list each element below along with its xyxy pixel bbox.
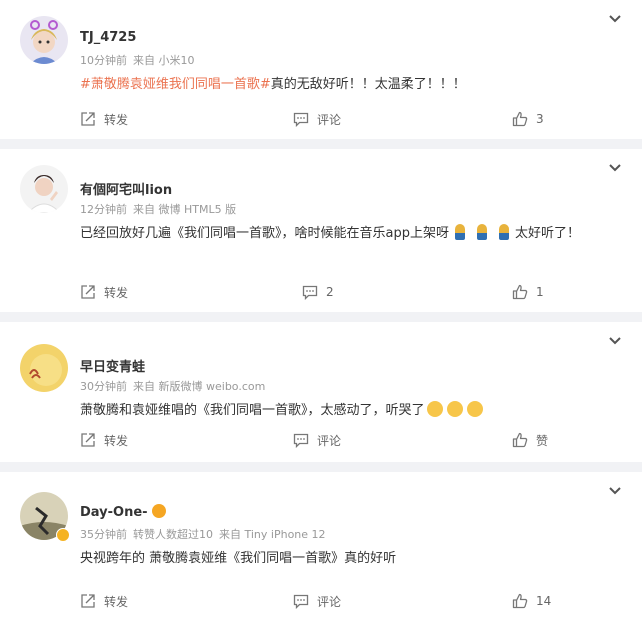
source: 来自 新版微博 weibo.com <box>133 380 266 393</box>
share-button[interactable]: 转发 <box>80 430 128 450</box>
thumbs-up-icon <box>512 432 528 448</box>
username[interactable]: 有個阿宅叫lion <box>80 179 172 198</box>
comment-button[interactable]: 评论 <box>293 591 341 611</box>
like-button[interactable]: 14 <box>512 591 551 611</box>
like-button[interactable]: 1 <box>512 282 544 302</box>
comment-label: 评论 <box>317 594 342 609</box>
username[interactable]: TJ_4725 <box>80 30 136 45</box>
comment-icon <box>293 433 309 448</box>
username-row: Day-One- <box>80 504 166 520</box>
timestamp: 12分钟前 <box>80 203 127 216</box>
action-bar: 转发 评论 3 <box>80 109 548 129</box>
action-bar: 转发 评论 赞 <box>80 430 548 450</box>
heart-eyes-emoji-icon <box>151 504 166 518</box>
share-icon <box>81 112 95 126</box>
comment-icon <box>302 285 318 300</box>
share-icon <box>81 433 95 447</box>
avatar[interactable] <box>20 165 68 213</box>
source: 来自 Tiny iPhone 12 <box>219 528 326 541</box>
username[interactable]: Day-One- <box>80 505 148 520</box>
like-label: 赞 <box>536 433 549 448</box>
comment-body: 央视跨年的 萧敬腾袁娅维《我们同唱一首歌》真的好听 <box>80 551 397 566</box>
comment-card: 早日变青蛙 30分钟前 来自 新版微博 weibo.com 萧敬腾和袁娅维唱的《我… <box>0 322 642 462</box>
comment-button[interactable]: 2 <box>302 282 334 302</box>
comment-count: 2 <box>326 285 334 299</box>
comment-text: 央视跨年的 萧敬腾袁娅维《我们同唱一首歌》真的好听 <box>80 547 396 566</box>
comment-meta: 12分钟前 来自 微博 HTML5 版 <box>80 201 242 217</box>
like-count: 14 <box>536 594 552 608</box>
action-bar: 转发 2 1 <box>80 282 548 302</box>
comment-label: 评论 <box>317 112 342 127</box>
action-bar: 转发 评论 14 <box>80 591 551 611</box>
thumbs-up-icon <box>512 593 528 609</box>
comment-icon <box>293 594 309 609</box>
comment-meta: 30分钟前 来自 新版微博 weibo.com <box>80 378 271 394</box>
source: 来自 小米10 <box>133 54 195 67</box>
thumbs-up-icon <box>512 284 528 300</box>
repost-count: 转赞人数超过10 <box>133 528 213 541</box>
username[interactable]: 早日变青蛙 <box>80 356 145 375</box>
comment-button[interactable]: 评论 <box>293 430 341 450</box>
share-label: 转发 <box>104 594 129 609</box>
crying-emoji-icon <box>426 401 443 417</box>
share-label: 转发 <box>104 112 129 127</box>
comment-feed: TJ_4725 10分钟前 来自 小米10 #萧敬腾袁娅维我们同唱一首歌#真的无敌… <box>0 0 642 623</box>
comment-label: 评论 <box>317 433 342 448</box>
bear-emoji-icon <box>498 224 509 240</box>
share-label: 转发 <box>104 433 129 448</box>
comment-meta: 35分钟前 转赞人数超过10 来自 Tiny iPhone 12 <box>80 526 332 542</box>
share-icon <box>81 594 95 608</box>
timestamp: 10分钟前 <box>80 54 127 67</box>
comment-meta: 10分钟前 来自 小米10 <box>80 52 201 68</box>
like-count: 3 <box>536 112 544 126</box>
timestamp: 30分钟前 <box>80 380 127 393</box>
comment-text: 已经回放好几遍《我们同唱一首歌》，啥时候能在音乐app上架呀 太好听了！ <box>80 222 580 241</box>
comment-card: Day-One- 35分钟前 转赞人数超过10 来自 Tiny iPhone 12 … <box>0 472 642 623</box>
share-label: 转发 <box>104 285 129 300</box>
avatar[interactable] <box>20 16 68 64</box>
comment-icon <box>293 112 309 127</box>
thumbs-up-icon <box>512 111 528 127</box>
chevron-down-icon[interactable] <box>608 486 622 496</box>
share-button[interactable]: 转发 <box>80 282 128 302</box>
timestamp: 35分钟前 <box>80 528 127 541</box>
share-button[interactable]: 转发 <box>80 109 128 129</box>
crying-emoji-icon <box>466 401 483 417</box>
like-count: 1 <box>536 285 544 299</box>
comment-body: 已经回放好几遍《我们同唱一首歌》，啥时候能在音乐app上架呀 <box>80 226 449 241</box>
like-button[interactable]: 3 <box>512 109 544 129</box>
comment-button[interactable]: 评论 <box>293 109 341 129</box>
chevron-down-icon[interactable] <box>608 163 622 173</box>
comment-body: 萧敬腾和袁娅维唱的《我们同唱一首歌》，太感动了，听哭了 <box>80 403 425 418</box>
comment-card: 有個阿宅叫lion 12分钟前 来自 微博 HTML5 版 已经回放好几遍《我们同… <box>0 149 642 312</box>
avatar[interactable] <box>20 344 68 392</box>
comment-text: 萧敬腾和袁娅维唱的《我们同唱一首歌》，太感动了，听哭了 <box>80 399 485 418</box>
source: 来自 微博 HTML5 版 <box>133 203 237 216</box>
topic-tag-link[interactable]: #萧敬腾袁娅维我们同唱一首歌# <box>80 77 271 92</box>
chevron-down-icon[interactable] <box>608 14 622 24</box>
comment-text: #萧敬腾袁娅维我们同唱一首歌#真的无敌好听！！太温柔了！！！ <box>80 73 466 92</box>
comment-body-suffix: 太好听了！ <box>514 226 580 241</box>
crying-emoji-icon <box>446 401 463 417</box>
like-button[interactable]: 赞 <box>512 430 548 450</box>
bear-emoji-icon <box>476 224 487 240</box>
bear-emoji-icon <box>454 224 465 240</box>
comment-card: TJ_4725 10分钟前 来自 小米10 #萧敬腾袁娅维我们同唱一首歌#真的无敌… <box>0 0 642 139</box>
chevron-down-icon[interactable] <box>608 336 622 346</box>
verified-badge <box>56 528 70 542</box>
share-button[interactable]: 转发 <box>80 591 128 611</box>
share-icon <box>81 285 95 299</box>
comment-body: 真的无敌好听！！太温柔了！！！ <box>270 77 466 92</box>
